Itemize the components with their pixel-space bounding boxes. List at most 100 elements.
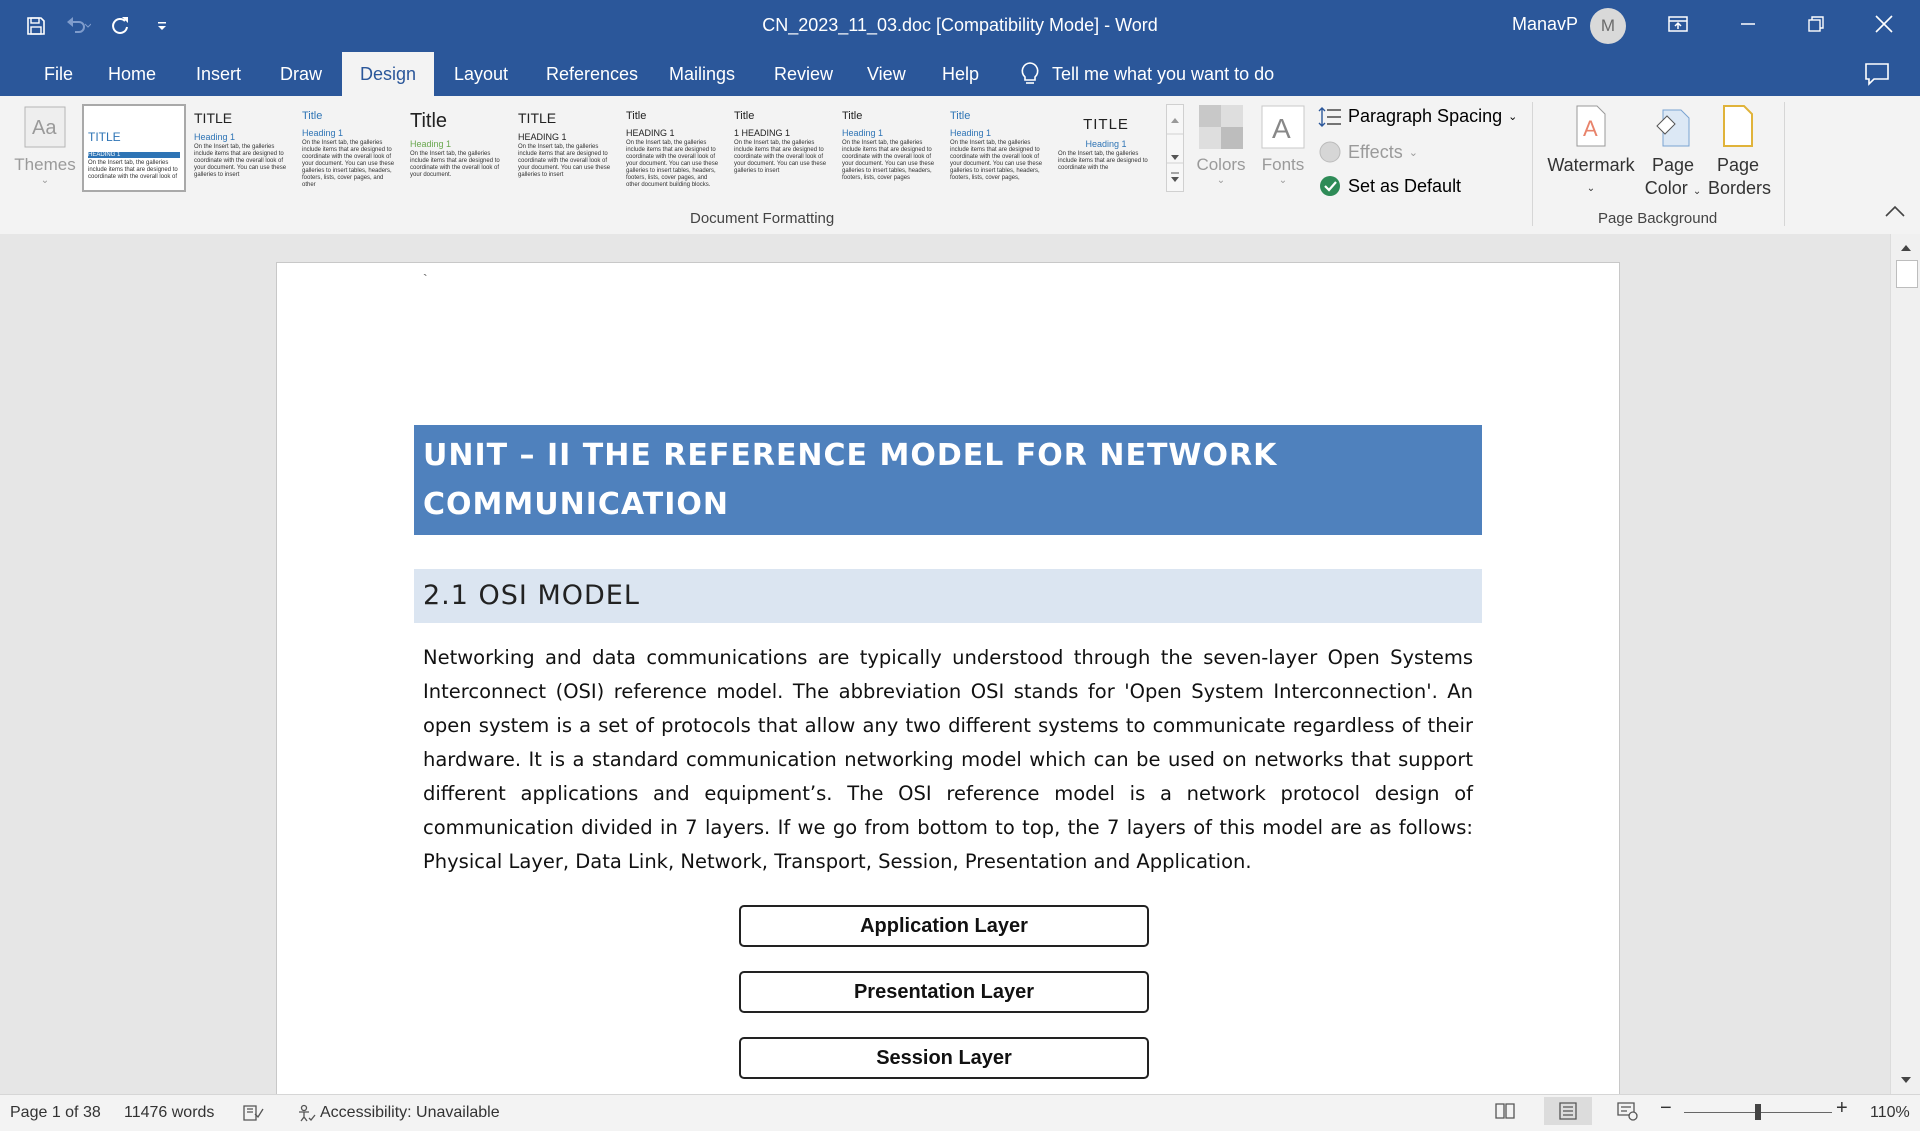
word-count[interactable]: 11476 words [124,1104,214,1122]
style-set-item[interactable]: TITLE HEADING 1 On the Insert tab, the gal… [514,104,618,192]
osi-layer-presentation[interactable]: Presentation Layer [739,971,1149,1013]
zoom-level[interactable]: 110% [1870,1104,1910,1122]
page-count[interactable]: Page 1 of 38 [10,1104,101,1122]
zoom-slider-thumb[interactable] [1755,1104,1761,1120]
svg-text:Aa: Aa [32,117,57,139]
style-set-title: Title [734,110,755,122]
style-set-heading: HEADING 1 [88,152,180,158]
document-title: CN_2023_11_03.doc [Compatibility Mode] -… [762,15,1158,35]
style-set-body: On the Insert tab, the galleries include… [88,160,178,180]
style-set-body: On the Insert tab, the galleries include… [302,140,395,188]
style-set-heading: HEADING 1 [626,128,675,138]
style-set-heading: Heading 1 [950,128,992,138]
accessibility-icon [299,1104,316,1122]
page-color-button[interactable]: Page Color ⌄ [1640,104,1706,203]
tab-review[interactable]: Review [756,52,851,96]
tell-me-search[interactable]: Tell me what you want to do [1020,52,1274,96]
style-set-body: On the Insert tab, the galleries include… [734,140,827,174]
user-name[interactable]: ManavP [1512,14,1578,35]
minimize-button[interactable] [1716,0,1780,48]
ribbon-display-options-button[interactable] [1646,0,1710,48]
close-button[interactable] [1852,0,1916,48]
page-borders-icon [1723,105,1753,147]
avatar[interactable]: M [1590,8,1626,44]
paragraph-spacing-button[interactable]: Paragraph Spacing ⌄ [1318,106,1517,127]
style-set-body: On the Insert tab, the galleries include… [194,144,287,178]
title-bar: CN_2023_11_03.doc [Compatibility Mode] -… [0,0,1920,52]
document-formatting-group-label: Document Formatting [690,210,835,227]
comment-icon [1865,63,1889,86]
set-as-default-label: Set as Default [1348,175,1462,196]
style-set-title: Title [626,110,647,122]
tab-layout[interactable]: Layout [436,52,526,96]
web-layout-icon [1617,1102,1638,1121]
tab-references[interactable]: References [528,52,656,96]
style-set-body: On the Insert tab, the galleries include… [950,140,1043,181]
tab-insert[interactable]: Insert [178,52,259,96]
ribbon-separator-end [1784,102,1785,226]
style-set-heading: 1 HEADING 1 [734,128,791,138]
style-set-title: TITLE [1083,116,1129,133]
themes-button[interactable]: Aa Themes ⌄ [12,104,78,186]
document-canvas: ` UNIT – II THE REFERENCE MODEL FOR NETW… [0,234,1890,1094]
proofing-button[interactable] [242,1104,264,1127]
style-set-title: Title [842,110,863,122]
style-set-item[interactable]: TITLE Heading 1 On the Insert tab, the gal… [190,104,294,192]
paragraph-spacing-icon [1318,106,1341,127]
scroll-thumb[interactable] [1896,260,1918,288]
set-as-default-button[interactable]: Set as Default [1318,174,1461,198]
style-set-item[interactable]: Title 1 HEADING 1 On the Insert tab, the g… [730,104,834,192]
tab-file[interactable]: File [26,52,91,96]
close-icon [1875,15,1893,33]
zoom-out-button[interactable]: − [1660,1097,1672,1120]
heading-1[interactable]: UNIT – II THE REFERENCE MODEL FOR NETWOR… [414,425,1482,535]
style-set-title: TITLE [88,130,121,144]
tell-me-text: Tell me what you want to do [1052,63,1275,84]
tab-design[interactable]: Design [342,52,435,96]
osi-layer-application[interactable]: Application Layer [739,905,1149,947]
zoom-slider[interactable] [1684,1104,1832,1120]
heading-2[interactable]: 2.1 OSI MODEL [414,569,1482,623]
document-page[interactable]: ` UNIT – II THE REFERENCE MODEL FOR NETW… [276,262,1620,1094]
tab-mailings[interactable]: Mailings [651,52,753,96]
print-layout-button[interactable] [1544,1097,1592,1125]
svg-text:A: A [1583,116,1598,141]
comments-button[interactable] [1864,62,1894,88]
fonts-button[interactable]: A Fonts ⌄ [1258,104,1308,186]
web-layout-button[interactable] [1616,1101,1638,1126]
style-set-item[interactable]: Title Heading 1 On the Insert tab, the gal… [298,104,402,192]
tab-home[interactable]: Home [90,52,174,96]
svg-text:A: A [1272,113,1291,144]
page-borders-label-2: Borders [1708,178,1772,198]
effects-icon [1319,141,1341,163]
accessibility-status[interactable]: Accessibility: Unavailable [296,1104,500,1122]
watermark-button[interactable]: A Watermark ⌄ [1546,104,1636,200]
colors-button[interactable]: Colors ⌄ [1196,104,1246,186]
body-paragraph[interactable]: Networking and data communications are t… [423,641,1473,879]
style-set-item[interactable]: TITLE HEADING 1 On the Insert tab, the gal… [82,104,186,192]
read-mode-button[interactable] [1494,1101,1516,1126]
style-set-item[interactable]: Title Heading 1 On the Insert tab, the gal… [946,104,1050,192]
effects-button[interactable]: Effects ⌄ [1318,140,1418,164]
gallery-scroll[interactable] [1166,104,1184,192]
tab-draw[interactable]: Draw [262,52,340,96]
restore-icon [1808,16,1824,32]
style-set-item[interactable]: TITLE Heading 1 On the Insert tab, the gal… [1054,104,1158,192]
watermark-label: Watermark [1547,155,1635,175]
page-borders-button[interactable]: Page Borders [1708,104,1772,200]
style-set-gallery: TITLE HEADING 1 On the Insert tab, the gal… [82,104,1186,192]
style-set-item[interactable]: Title HEADING 1 On the Insert tab, the gal… [622,104,726,192]
zoom-in-button[interactable]: + [1836,1097,1848,1120]
tab-help[interactable]: Help [924,52,997,96]
read-mode-icon [1495,1103,1515,1119]
page-background-group-label: Page Background [1598,210,1718,227]
style-set-item[interactable]: Title Heading 1 On the Insert tab, the gal… [838,104,942,192]
style-set-body: On the Insert tab, the galleries include… [410,151,500,178]
osi-layer-session[interactable]: Session Layer [739,1037,1149,1079]
style-set-item[interactable]: Title Heading 1 On the Insert tab, the gal… [406,104,510,192]
restore-button[interactable] [1784,0,1848,48]
vertical-scrollbar[interactable] [1890,234,1920,1094]
tab-view[interactable]: View [849,52,924,96]
collapse-ribbon-button[interactable] [1884,204,1908,224]
style-set-body: On the Insert tab, the galleries include… [842,140,935,181]
